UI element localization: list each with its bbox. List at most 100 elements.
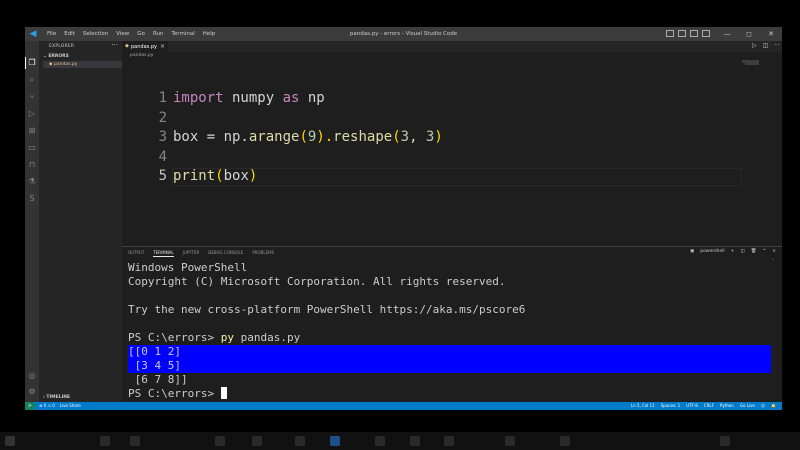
language-mode[interactable]: Python [720,402,734,410]
menu-bar: File Edit Selection View Go Run Terminal… [43,27,219,41]
toggle-sidebar-icon[interactable] [666,30,674,37]
taskbar-app-icon[interactable] [252,436,262,446]
remote-indicator-icon[interactable]: ≻ [25,402,35,410]
python-file-icon: ◆ [49,62,53,67]
title-bar: ◀ File Edit Selection View Go Run Termin… [25,27,782,41]
taskbar-app-icon[interactable] [444,436,454,446]
minimap-line [745,63,759,65]
go-live-button[interactable]: Go Live [740,402,755,410]
function-name: print [173,168,216,184]
toggle-secondary-sidebar-icon[interactable] [690,30,698,37]
taskbar-app-icon[interactable] [505,436,515,446]
file-name: pandas.py [54,62,78,67]
breadcrumb-file[interactable]: pandas.py [130,53,153,58]
bookmark-icon[interactable]: ⊓ [27,160,37,170]
more-actions-icon[interactable]: ··· [774,42,780,49]
split-editor-icon[interactable]: ◫ [763,42,769,49]
files-icon[interactable]: ❐ [27,58,37,68]
remote-explorer-icon[interactable]: ▭ [27,143,37,153]
system-tray-icon[interactable] [720,436,730,446]
menu-selection[interactable]: Selection [79,27,112,41]
tab-jupyter[interactable]: JUPYTER [183,250,200,258]
menu-edit[interactable]: Edit [60,27,79,41]
bracket: ( [392,129,401,145]
terminal-prompt-line: PS C:\errors> [128,386,227,401]
keyword: as [282,90,300,106]
source-control-icon[interactable]: ⑂ [27,92,37,102]
kill-terminal-icon[interactable]: 🗑 [751,249,757,254]
function-name: arange [248,129,300,145]
status-right: Ln 5, Col 11 Spaces: 1 UTF-8 CRLF Python… [631,402,776,410]
terminal-scroll-icon[interactable]: ˄ [772,259,775,265]
testing-icon[interactable]: ⚗ [27,177,37,187]
code-text: box [223,168,249,184]
account-icon[interactable]: ◎ [27,371,37,381]
terminal-line: Copyright (C) Microsoft Corporation. All… [128,275,506,288]
toggle-panel-icon[interactable] [678,30,686,37]
window-controls: — ◻ ✕ [716,27,782,41]
bracket: ) [248,168,258,184]
menu-go[interactable]: Go [133,27,149,41]
taskbar-app-icon[interactable] [295,436,305,446]
start-icon[interactable] [5,436,15,446]
menu-file[interactable]: File [43,27,60,41]
run-file-icon[interactable]: ▷ [752,42,757,49]
tab-pandas-py[interactable]: ◆ pandas.py × [122,41,168,52]
tab-terminal[interactable]: TERMINAL [153,250,175,258]
taskbar-app-icon[interactable] [375,436,385,446]
taskbar-app-icon[interactable] [560,436,570,446]
line-ending[interactable]: CRLF [704,402,714,410]
python-icon[interactable]: S [27,194,37,204]
split-terminal-icon[interactable]: ◫ [740,249,744,254]
status-bar: ≻ ⊗ 0 ⚠ 0 Live Share Ln 5, Col 11 Spaces… [25,402,782,410]
explorer-title: EXPLORER [49,44,75,49]
run-debug-icon[interactable]: ▷ [27,109,37,119]
terminal-output-line: [6 7 8]] [128,373,188,386]
command-arg: pandas.py [233,331,301,344]
taskbar-app-icon[interactable] [130,436,140,446]
terminal-output-line: [[0 1 2] [128,345,181,358]
cursor-position[interactable]: Ln 5, Col 11 [631,402,655,410]
taskbar-app-icon[interactable] [215,436,225,446]
editor-actions: ▷ ◫ ··· [752,42,780,49]
bracket: ). [316,129,334,145]
live-share-button[interactable]: Live Share [60,402,81,410]
panel-actions: ▣ powershell + ◫ 🗑 ^ × [690,249,776,254]
new-terminal-icon[interactable]: + [731,249,735,254]
line-number: 4 [158,149,167,165]
taskbar-app-icon[interactable] [410,436,420,446]
taskbar-vscode-icon[interactable] [330,436,340,446]
extensions-icon[interactable]: ⊞ [27,126,37,136]
encoding[interactable]: UTF-8 [686,402,698,410]
code-line-1: import numpy as np [173,90,325,106]
tab-problems[interactable]: PROBLEMS [252,250,274,258]
folder-errors[interactable]: ⌄ ERRORS [43,54,69,59]
tab-output[interactable]: OUTPUT [128,250,144,258]
search-icon[interactable]: ⌕ [27,75,37,85]
line-number: 2 [158,110,167,126]
taskbar-app-icon[interactable] [100,436,110,446]
file-item[interactable]: ◆ pandas.py [43,61,122,68]
menu-help[interactable]: Help [199,27,220,41]
close-panel-icon[interactable]: × [772,249,776,254]
maximize-button[interactable]: ◻ [738,27,760,41]
tab-debug-console[interactable]: DEBUG CONSOLE [208,250,243,258]
minimize-button[interactable]: — [716,27,738,41]
close-tab-icon[interactable]: × [160,43,165,50]
bracket: ( [215,168,224,184]
indentation[interactable]: Spaces: 1 [661,402,680,410]
close-button[interactable]: ✕ [760,27,782,41]
settings-gear-icon[interactable]: ⚙ [27,387,37,397]
timeline-section[interactable]: › TIMELINE [43,395,70,400]
notifications-icon[interactable]: 🔔 [771,402,776,410]
menu-terminal[interactable]: Terminal [167,27,198,41]
customize-layout-icon[interactable] [702,30,710,37]
menu-run[interactable]: Run [149,27,168,41]
command: py [220,331,234,344]
feedback-icon[interactable]: ☺ [761,402,765,410]
terminal-shell-label[interactable]: powershell [700,249,724,254]
problems-count[interactable]: ⊗ 0 ⚠ 0 [39,402,55,410]
more-actions-icon[interactable]: ··· [111,41,118,49]
maximize-panel-icon[interactable]: ^ [762,249,766,254]
menu-view[interactable]: View [112,27,133,41]
